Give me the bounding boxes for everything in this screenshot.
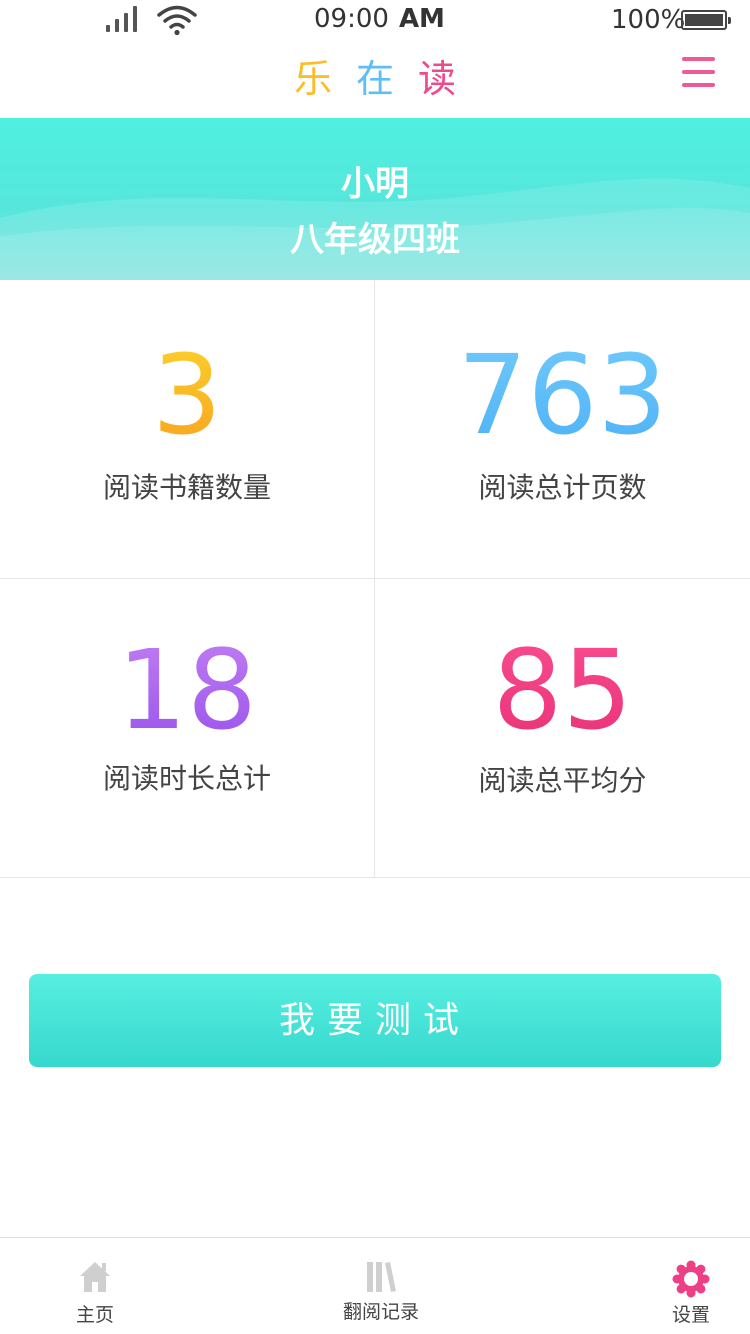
cellular-signal-icon bbox=[106, 6, 138, 32]
wifi-icon bbox=[157, 5, 197, 36]
battery-icon bbox=[681, 10, 731, 30]
books-icon bbox=[367, 1262, 396, 1292]
status-ampm: AM bbox=[398, 4, 445, 34]
hamburger-menu-icon[interactable] bbox=[680, 55, 718, 91]
tab-home[interactable]: 主页 bbox=[40, 1238, 150, 1334]
app-title-char: 读 bbox=[418, 57, 457, 101]
profile-banner: 小明 八年级四班 bbox=[0, 118, 750, 280]
stat-reading-time: 18 阅读时长总计 bbox=[0, 579, 375, 878]
stat-label: 阅读总计页数 bbox=[478, 471, 647, 504]
stat-value: 3 bbox=[0, 340, 374, 450]
app-title-char: 乐 bbox=[293, 57, 332, 101]
status-clock: 09:00 AM bbox=[314, 4, 445, 34]
tab-settings[interactable]: 设置 bbox=[640, 1238, 742, 1334]
app-title: 乐在读 bbox=[0, 48, 750, 103]
stat-total-pages: 763 阅读总计页数 bbox=[375, 280, 750, 579]
student-class: 八年级四班 bbox=[290, 220, 460, 260]
stat-label: 阅读总平均分 bbox=[478, 764, 647, 797]
status-bar: 09:00 AM 100% bbox=[0, 0, 750, 40]
tab-history[interactable]: 翻阅记录 bbox=[325, 1238, 437, 1334]
tab-home-label: 主页 bbox=[75, 1304, 114, 1326]
student-name: 小明 bbox=[341, 164, 409, 204]
tab-settings-label: 设置 bbox=[671, 1304, 710, 1326]
tab-history-label: 翻阅记录 bbox=[342, 1301, 419, 1323]
app-title-char: 在 bbox=[355, 57, 394, 101]
home-icon bbox=[80, 1262, 110, 1292]
stat-value: 85 bbox=[375, 635, 750, 745]
stat-value: 763 bbox=[375, 340, 750, 450]
status-time: 09:00 bbox=[314, 4, 389, 34]
gear-icon bbox=[672, 1260, 710, 1298]
stat-books-count: 3 阅读书籍数量 bbox=[0, 280, 375, 579]
stats-grid: 3 阅读书籍数量 763 阅读总计页数 18 阅读时长总计 85 阅读总平均分 bbox=[0, 280, 750, 878]
stat-average-score: 85 阅读总平均分 bbox=[375, 579, 750, 878]
stat-label: 阅读时长总计 bbox=[102, 762, 271, 795]
stat-label: 阅读书籍数量 bbox=[102, 471, 271, 504]
start-test-button[interactable]: 我要测试 bbox=[29, 974, 721, 1067]
bottom-tab-bar: 主页 翻阅记录 设置 bbox=[0, 1237, 750, 1334]
battery-percentage: 100% bbox=[611, 5, 686, 35]
stat-value: 18 bbox=[0, 635, 374, 745]
